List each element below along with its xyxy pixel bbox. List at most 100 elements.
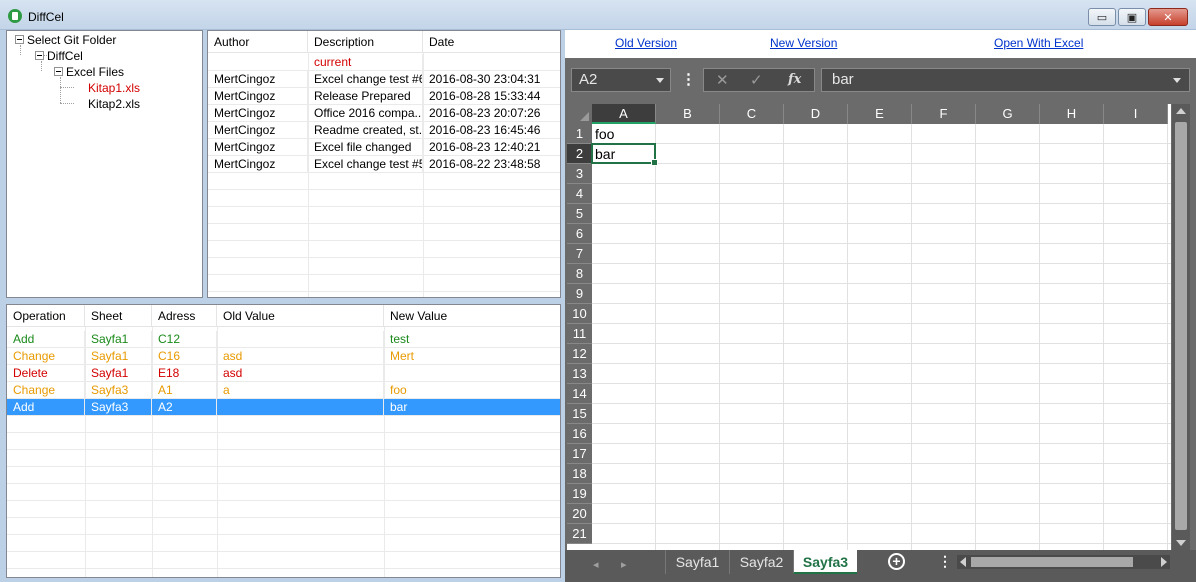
column-header-b[interactable]: B	[656, 104, 720, 124]
tree-repo[interactable]: DiffCel	[35, 48, 83, 64]
row-header-18[interactable]: 18	[567, 464, 592, 484]
sheet-tab-sayfa1[interactable]: Sayfa1	[665, 550, 729, 574]
commit-row[interactable]	[208, 224, 560, 241]
tree-file-kitap1[interactable]: Kitap1.xls	[88, 80, 140, 96]
collapse-icon[interactable]	[35, 51, 44, 61]
horizontal-scroll-thumb[interactable]	[971, 557, 1133, 567]
folder-tree[interactable]: Select Git Folder DiffCel Excel Files Ki…	[6, 30, 203, 298]
column-address[interactable]: Adress	[152, 305, 217, 327]
change-row[interactable]	[7, 450, 560, 467]
scroll-up-icon[interactable]	[1176, 108, 1186, 114]
row-header-8[interactable]: 8	[567, 264, 592, 284]
change-row[interactable]: Add Sayfa3 A2 bar	[7, 399, 560, 416]
commit-row[interactable]: MertCingoz Readme created, st... 2016-08-2…	[208, 122, 560, 139]
row-header-9[interactable]: 9	[567, 284, 592, 304]
horizontal-scrollbar[interactable]	[957, 555, 1170, 569]
change-row[interactable]	[7, 501, 560, 518]
open-with-excel-link[interactable]: Open With Excel	[994, 36, 1083, 50]
tree-folder[interactable]: Excel Files	[54, 64, 124, 80]
commit-row[interactable]: MertCingoz Excel change test #6 2016-08-30…	[208, 71, 560, 88]
row-header-21[interactable]: 21	[567, 524, 592, 544]
formula-input[interactable]: bar	[821, 68, 1190, 92]
sheet-tab-sayfa3[interactable]: Sayfa3	[793, 550, 857, 574]
column-header-g[interactable]: G	[976, 104, 1040, 124]
sheet-tab-sayfa2[interactable]: Sayfa2	[729, 550, 793, 574]
commit-row[interactable]: MertCingoz Release Prepared 2016-08-28 15:…	[208, 88, 560, 105]
column-old-value[interactable]: Old Value	[217, 305, 384, 327]
column-header-a[interactable]: A	[592, 104, 656, 124]
close-button[interactable]: ✕	[1148, 8, 1188, 26]
tab-prev-icon[interactable]: ◂	[593, 558, 599, 571]
column-date[interactable]: Date	[423, 31, 560, 53]
change-row[interactable]: Delete Sayfa1 E18 asd	[7, 365, 560, 382]
cell-a1[interactable]: foo	[592, 124, 656, 144]
column-header-e[interactable]: E	[848, 104, 912, 124]
commit-row[interactable]	[208, 207, 560, 224]
change-row[interactable]	[7, 433, 560, 450]
change-row[interactable]	[7, 518, 560, 535]
commit-row[interactable]: MertCingoz Office 2016 compa... 2016-08-23…	[208, 105, 560, 122]
vertical-scrollbar[interactable]	[1172, 104, 1190, 550]
cell-area[interactable]	[592, 124, 1171, 550]
row-header-6[interactable]: 6	[567, 224, 592, 244]
change-row[interactable]: Add Sayfa1 C12 test	[7, 331, 560, 348]
new-version-link[interactable]: New Version	[770, 36, 837, 50]
row-header-4[interactable]: 4	[567, 184, 592, 204]
change-row[interactable]	[7, 467, 560, 484]
select-all-button[interactable]	[567, 104, 592, 124]
change-row[interactable]: Change Sayfa1 C16 asd Mert	[7, 348, 560, 365]
scroll-left-icon[interactable]	[960, 557, 966, 567]
tab-options-icon[interactable]: ⋮	[938, 553, 952, 570]
old-version-link[interactable]: Old Version	[615, 36, 677, 50]
row-header-12[interactable]: 12	[567, 344, 592, 364]
column-operation[interactable]: Operation	[7, 305, 85, 327]
row-header-14[interactable]: 14	[567, 384, 592, 404]
row-header-2[interactable]: 2	[567, 144, 592, 164]
enter-icon[interactable]: ✓	[750, 71, 763, 89]
row-header-20[interactable]: 20	[567, 504, 592, 524]
change-row[interactable]: Change Sayfa3 A1 a foo	[7, 382, 560, 399]
row-header-16[interactable]: 16	[567, 424, 592, 444]
column-new-value[interactable]: New Value	[384, 305, 560, 327]
add-sheet-icon[interactable]: +	[888, 553, 905, 570]
minimize-button[interactable]: ▭	[1088, 8, 1116, 26]
spreadsheet-grid[interactable]: A B C D E F G H I 1 2 3 4 5 6 7 8 9 10 11 12 13 14 15 16 17 18 19 20…	[567, 104, 1171, 550]
tree-file-kitap2[interactable]: Kitap2.xls	[88, 96, 140, 112]
dropdown-arrow-icon[interactable]	[656, 78, 664, 83]
scroll-right-icon[interactable]	[1161, 557, 1167, 567]
column-header-c[interactable]: C	[720, 104, 784, 124]
insert-function-icon[interactable]: fx	[788, 72, 801, 87]
row-header-19[interactable]: 19	[567, 484, 592, 504]
vertical-scroll-thumb[interactable]	[1175, 122, 1187, 530]
column-author[interactable]: Author	[208, 31, 308, 53]
commit-row[interactable]	[208, 275, 560, 292]
more-options-icon[interactable]: ⋮	[681, 70, 696, 88]
cancel-icon[interactable]: ✕	[716, 71, 729, 89]
change-row[interactable]	[7, 552, 560, 569]
scroll-down-icon[interactable]	[1176, 540, 1186, 546]
row-header-3[interactable]: 3	[567, 164, 592, 184]
change-list[interactable]: Operation Sheet Adress Old Value New Val…	[6, 304, 561, 578]
row-header-17[interactable]: 17	[567, 444, 592, 464]
expand-formula-icon[interactable]	[1173, 78, 1181, 83]
tab-next-icon[interactable]: ▸	[621, 558, 627, 571]
column-header-d[interactable]: D	[784, 104, 848, 124]
change-row[interactable]	[7, 416, 560, 433]
column-header-i[interactable]: I	[1104, 104, 1168, 124]
commit-row[interactable]: MertCingoz Excel change test #5 2016-08-22…	[208, 156, 560, 173]
row-header-10[interactable]: 10	[567, 304, 592, 324]
change-row[interactable]	[7, 535, 560, 552]
column-header-f[interactable]: F	[912, 104, 976, 124]
change-row[interactable]	[7, 484, 560, 501]
tree-root[interactable]: Select Git Folder	[15, 32, 116, 48]
commit-row-current[interactable]: current	[208, 54, 560, 71]
row-header-1[interactable]: 1	[567, 124, 592, 144]
column-header-h[interactable]: H	[1040, 104, 1104, 124]
commit-row[interactable]	[208, 241, 560, 258]
name-box[interactable]: A2	[571, 68, 671, 92]
column-description[interactable]: Description	[308, 31, 423, 53]
commit-list[interactable]: Author Description Date current MertCingo…	[207, 30, 561, 298]
row-header-15[interactable]: 15	[567, 404, 592, 424]
commit-row[interactable]	[208, 190, 560, 207]
row-header-13[interactable]: 13	[567, 364, 592, 384]
